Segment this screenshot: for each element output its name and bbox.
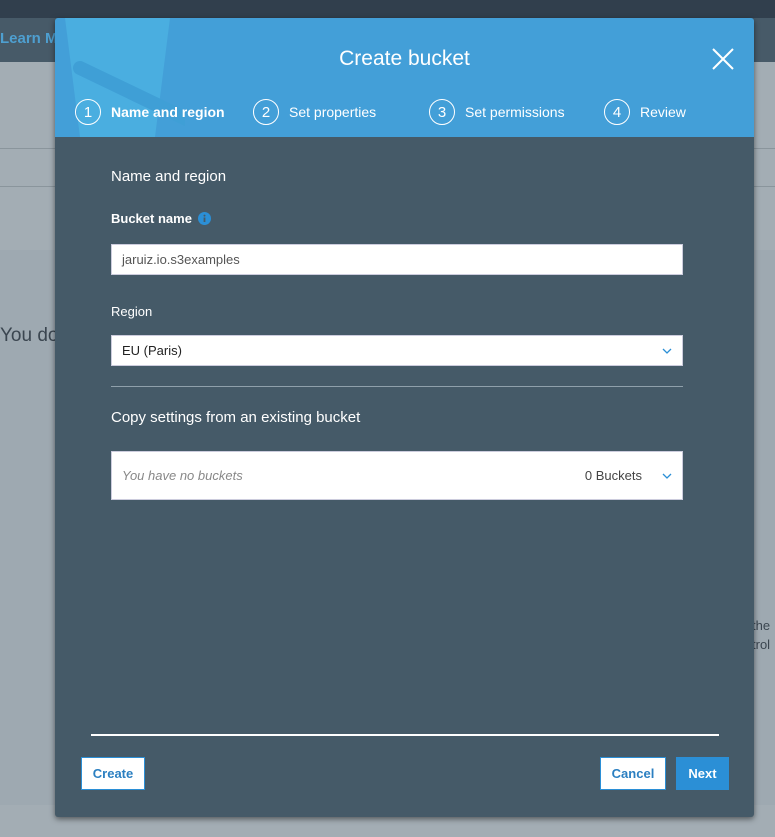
bucket-count: 0 Buckets (584, 468, 642, 483)
step-set-properties[interactable]: 2 Set properties (253, 99, 429, 125)
region-select[interactable]: EU (Paris) (111, 335, 683, 366)
close-icon[interactable] (711, 47, 735, 71)
chevron-down-icon (662, 473, 672, 479)
chevron-down-icon (662, 348, 672, 354)
footer-divider (91, 734, 719, 736)
create-bucket-dialog: Create bucket 1 Name and region 2 Set prop… (55, 18, 754, 817)
section-title: Name and region (111, 168, 227, 185)
copy-bucket-placeholder: You have no buckets (122, 468, 243, 483)
next-button[interactable]: Next (676, 757, 729, 790)
create-button[interactable]: Create (81, 757, 145, 790)
background-text: You do (0, 325, 59, 346)
dialog-title: Create bucket (339, 47, 470, 70)
learn-more-link[interactable]: Learn M (0, 30, 58, 47)
step-name-and-region[interactable]: 1 Name and region (75, 99, 253, 125)
region-label: Region (111, 304, 153, 319)
dialog-header: Create bucket 1 Name and region 2 Set prop… (55, 18, 754, 137)
wizard-steps: 1 Name and region 2 Set properties 3 Set pe… (75, 99, 686, 125)
top-nav-bar (0, 0, 775, 18)
background-text-right: the trol (752, 618, 771, 652)
info-icon[interactable] (197, 212, 211, 225)
step-set-permissions[interactable]: 3 Set permissions (429, 99, 604, 125)
bucket-name-label: Bucket name (111, 211, 211, 226)
copy-bucket-select[interactable]: You have no buckets 0 Buckets (111, 451, 683, 500)
copy-settings-title: Copy settings from an existing bucket (111, 409, 361, 426)
bucket-name-input[interactable]: jaruiz.io.s3examples (111, 244, 683, 275)
divider (111, 386, 683, 387)
step-review[interactable]: 4 Review (604, 99, 686, 125)
cancel-button[interactable]: Cancel (600, 757, 666, 790)
